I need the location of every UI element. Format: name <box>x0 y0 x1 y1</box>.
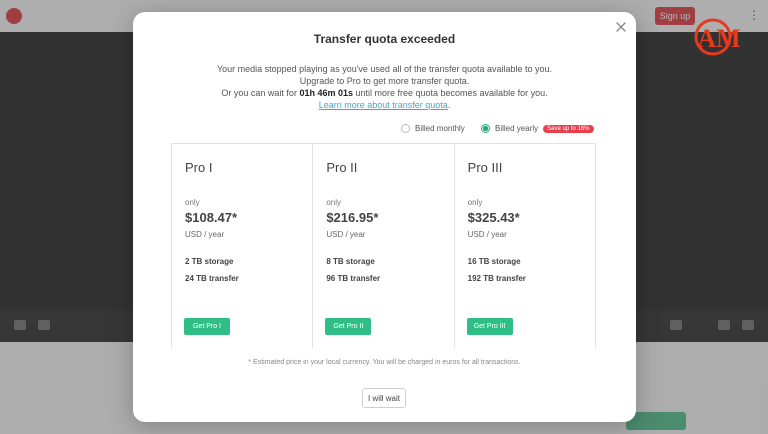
plan-storage: 8 TB storage <box>326 257 375 266</box>
get-pro-ii-button[interactable]: Get Pro II <box>325 318 372 335</box>
get-pro-iii-button[interactable]: Get Pro III <box>466 318 513 335</box>
channel-watermark-logo: AM <box>694 18 741 56</box>
learn-more-link[interactable]: Learn more about transfer quota <box>319 100 448 110</box>
plan-price: $216.95* <box>326 210 379 225</box>
transfer-quota-dialog: Transfer quota exceeded Your media stopp… <box>133 12 636 422</box>
billed-yearly-option[interactable]: Billed yearly Save up to 16% <box>481 124 594 133</box>
learn-more-period: . <box>447 100 451 110</box>
plan-only-label: only <box>326 198 342 207</box>
plan-period: USD / year <box>326 230 366 239</box>
plan-name: Pro III <box>467 160 503 175</box>
wait-suffix: until more free quota becomes available … <box>352 88 548 98</box>
dialog-title: Transfer quota exceeded <box>313 32 456 46</box>
plan-name: Pro II <box>326 160 358 175</box>
billed-monthly-label: Billed monthly <box>415 124 465 133</box>
plan-period: USD / year <box>467 230 507 239</box>
monthly-radio[interactable] <box>401 124 410 133</box>
get-pro-i-button[interactable]: Get Pro I <box>184 318 230 335</box>
plan-card-pro-ii: Pro II only $216.95* USD / year 8 TB sto… <box>313 144 455 348</box>
plan-storage: 16 TB storage <box>467 257 521 266</box>
plan-storage: 2 TB storage <box>185 257 234 266</box>
quota-message-line-3: Or you can wait for 01h 46m 01s until mo… <box>133 88 636 98</box>
plan-transfer: 24 TB transfer <box>185 274 239 283</box>
plan-transfer: 96 TB transfer <box>326 274 381 283</box>
plan-only-label: only <box>467 198 483 207</box>
billed-monthly-option[interactable]: Billed monthly <box>401 124 465 133</box>
plan-card-pro-i: Pro I only $108.47* USD / year 2 TB stor… <box>172 144 314 348</box>
wait-countdown: 01h 46m 01s <box>299 88 353 98</box>
plan-transfer: 192 TB transfer <box>467 274 526 283</box>
plan-price: $325.43* <box>467 210 520 225</box>
plan-period: USD / year <box>185 230 225 239</box>
plan-only-label: only <box>185 198 200 207</box>
billed-yearly-label: Billed yearly <box>495 124 539 133</box>
wait-prefix: Or you can wait for <box>221 88 300 98</box>
yearly-radio[interactable] <box>481 124 490 133</box>
plan-card-pro-iii: Pro III only $325.43* USD / year 16 TB s… <box>455 144 595 348</box>
learn-more-line: Learn more about transfer quota. <box>133 100 636 110</box>
plan-name: Pro I <box>185 160 213 175</box>
price-footnote: * Estimated price in your local currency… <box>248 359 521 366</box>
quota-message-line-1: Your media stopped playing as you've use… <box>216 64 553 74</box>
i-will-wait-button[interactable]: I will wait <box>362 388 406 408</box>
plan-price: $108.47* <box>185 210 238 225</box>
save-badge: Save up to 16% <box>543 124 594 133</box>
watermark-text: AM <box>697 24 740 53</box>
plan-cards: Pro I only $108.47* USD / year 2 TB stor… <box>171 143 596 348</box>
quota-message-line-2: Upgrade to Pro to get more transfer quot… <box>299 76 470 86</box>
